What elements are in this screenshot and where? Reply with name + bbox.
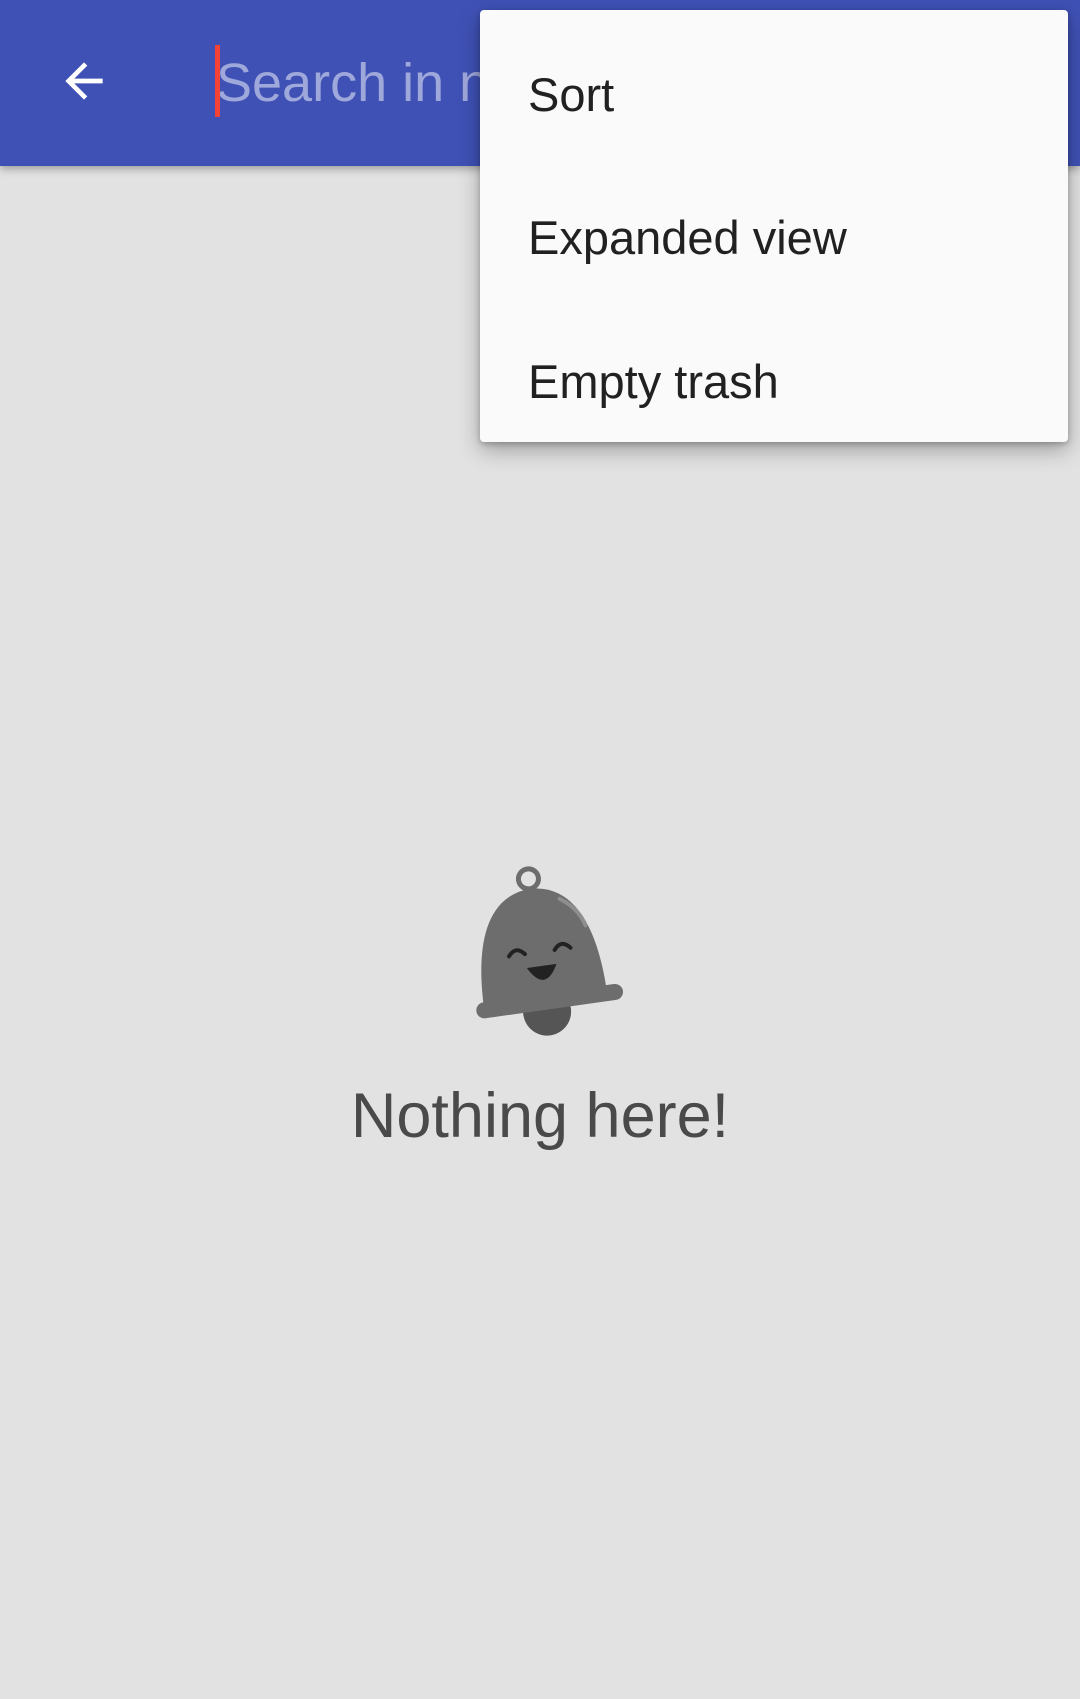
arrow-left-icon — [56, 53, 112, 114]
back-button[interactable] — [36, 38, 132, 128]
overflow-menu: Sort Expanded view Empty trash — [480, 10, 1068, 442]
menu-item-expanded-view[interactable]: Expanded view — [480, 165, 1068, 309]
menu-item-sort[interactable]: Sort — [480, 22, 1068, 166]
menu-item-label: Expanded view — [528, 210, 847, 264]
text-cursor — [215, 45, 220, 117]
smiling-bell-icon — [470, 860, 640, 1040]
menu-item-empty-trash[interactable]: Empty trash — [480, 309, 1068, 453]
menu-item-label: Empty trash — [528, 354, 779, 408]
empty-message: Nothing here! — [350, 1081, 730, 1151]
menu-item-label: Sort — [528, 67, 615, 121]
